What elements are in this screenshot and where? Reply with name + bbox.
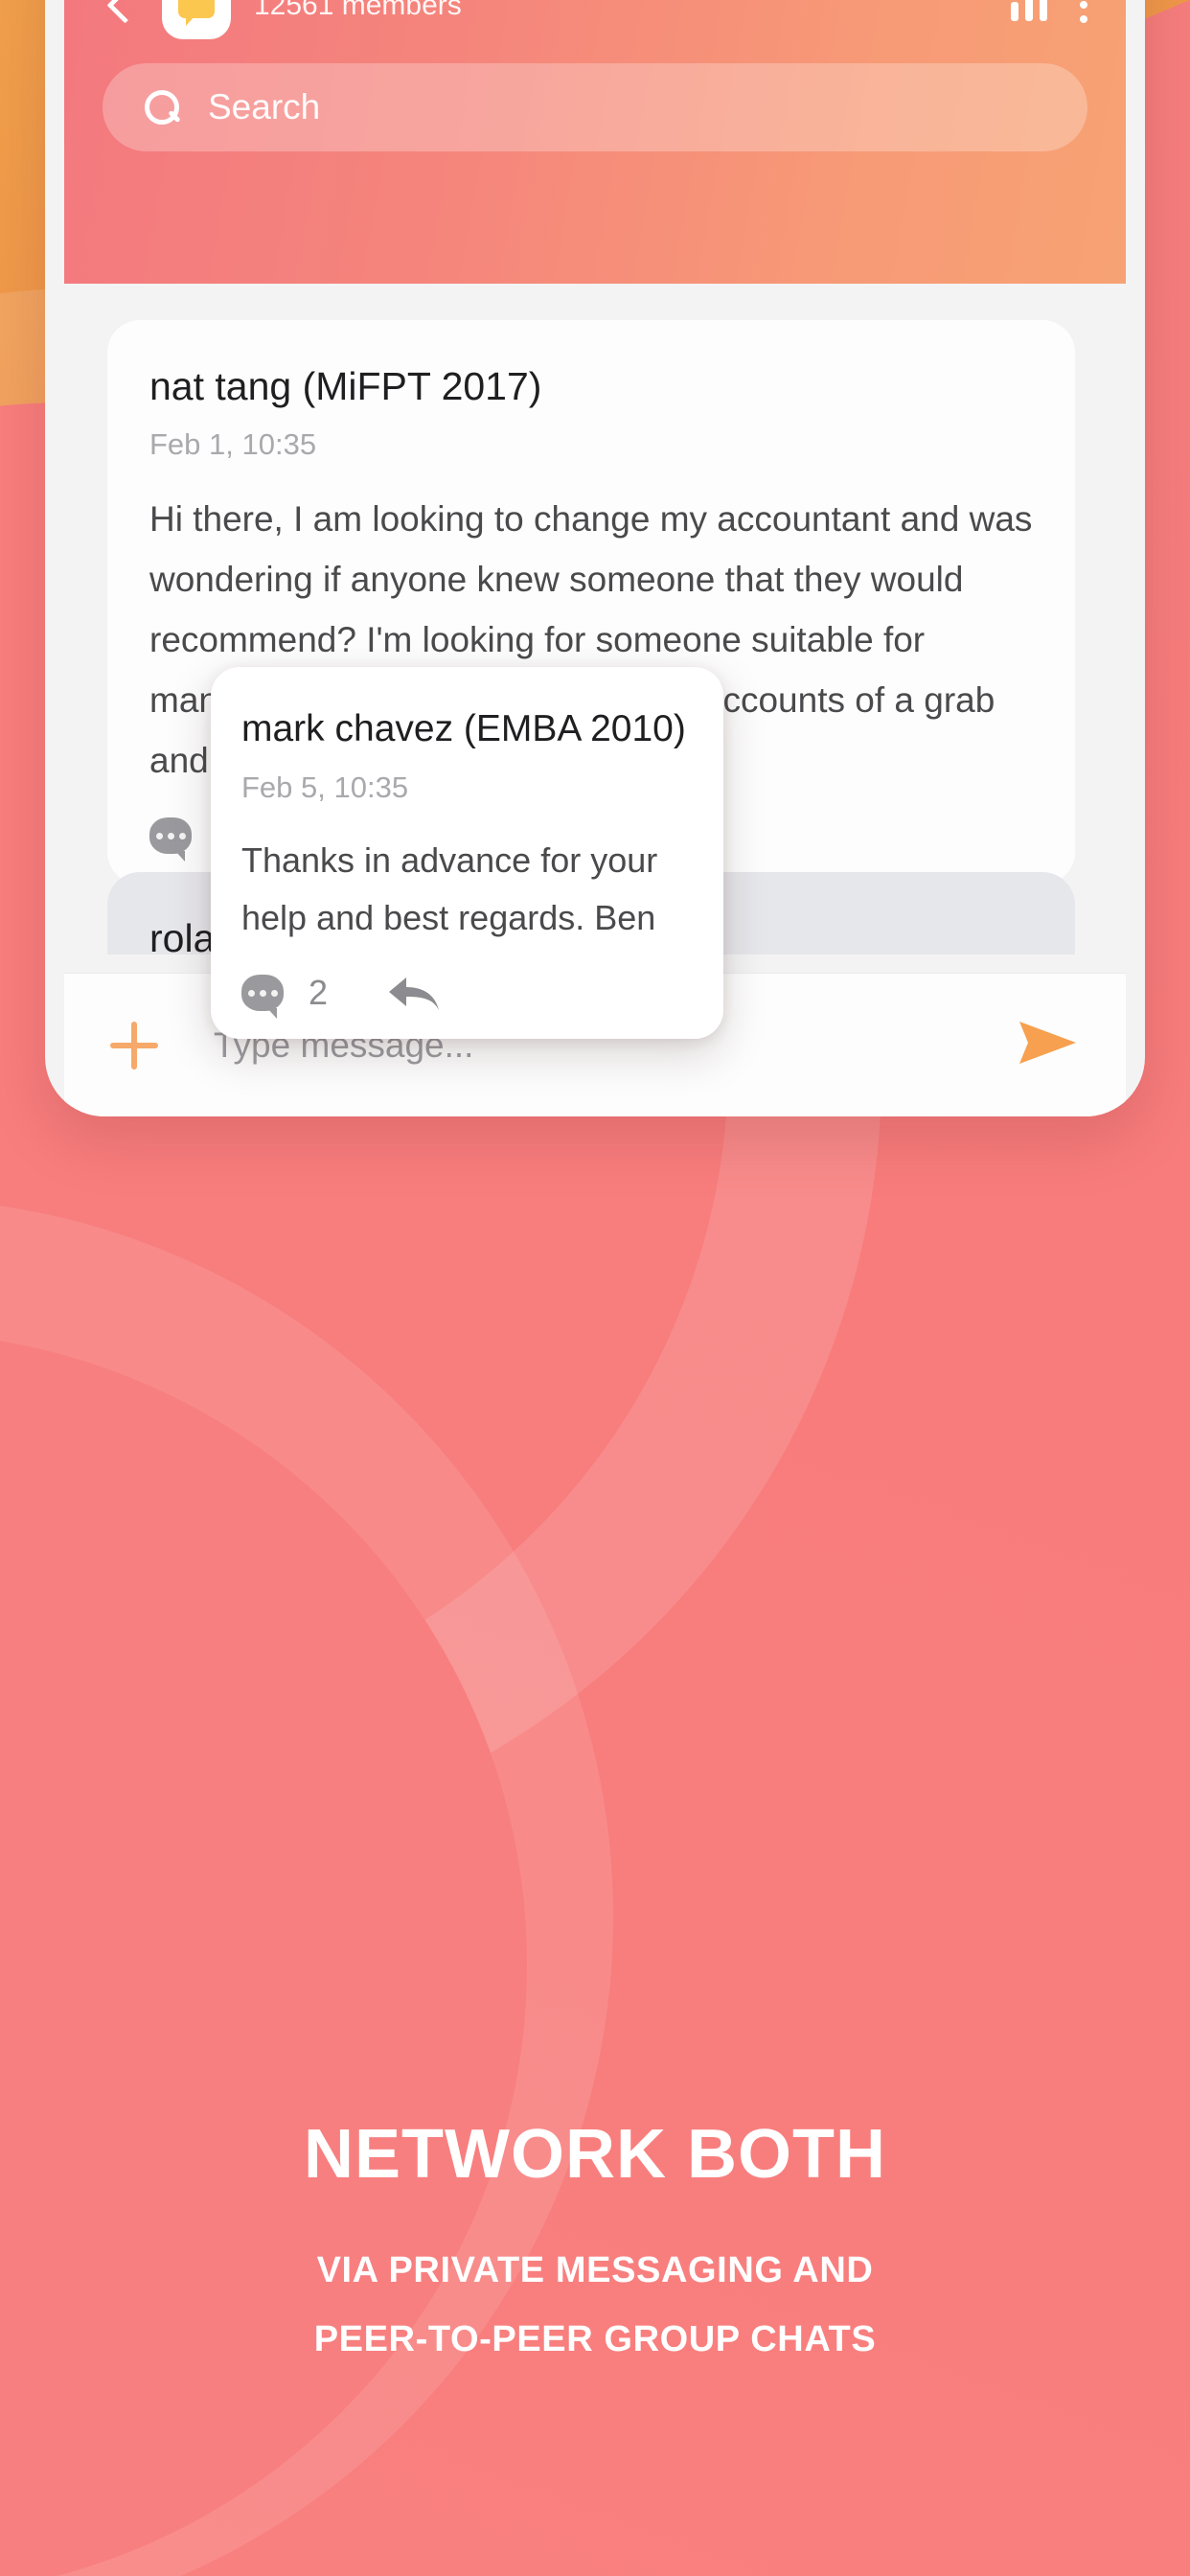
- reply-arrow-icon[interactable]: [387, 972, 443, 1014]
- search-input[interactable]: Search: [103, 63, 1087, 151]
- comment-bubble-icon[interactable]: [241, 975, 284, 1019]
- message-timestamp: Feb 1, 10:35: [149, 427, 317, 461]
- promo-headline: NETWORK BOTH: [304, 2116, 886, 2193]
- popup-message-timestamp: Feb 5, 10:35: [241, 770, 409, 804]
- signal-bars-icon[interactable]: [1011, 0, 1047, 21]
- promo-subheadline: VIA PRIVATE MESSAGING AND PEER-TO-PEER G…: [0, 2236, 1190, 2374]
- popup-message-author: mark chavez (EMBA 2010): [241, 708, 686, 749]
- popup-message-actions: 2: [241, 972, 685, 1019]
- chat-header-titles: 12561 members: [254, 0, 1011, 24]
- comment-bubble-icon[interactable]: [149, 817, 192, 862]
- send-arrow-icon[interactable]: [1017, 1018, 1080, 1072]
- popup-comment-count: 2: [309, 973, 329, 1012]
- popup-message-card[interactable]: mark chavez (EMBA 2010) Feb 5, 10:35 Tha…: [211, 667, 723, 1039]
- promo-subheadline-line-2: PEER-TO-PEER GROUP CHATS: [313, 2319, 877, 2359]
- popup-message-body: Thanks in advance for your help and best…: [241, 840, 658, 937]
- search-icon: [143, 88, 181, 126]
- chat-header-top-row: 12561 members: [64, 0, 1126, 53]
- speech-bubble-icon: [178, 0, 215, 26]
- phone-mockup: 12561 members Search nat tang (MiFPT 201…: [45, 0, 1145, 1116]
- group-members-count: 12561 members: [254, 0, 462, 21]
- search-placeholder: Search: [208, 87, 321, 126]
- back-chevron-icon[interactable]: [97, 0, 141, 27]
- chat-header-actions: [1011, 0, 1093, 23]
- promo-subheadline-line-1: VIA PRIVATE MESSAGING AND: [316, 2250, 874, 2290]
- message-author: nat tang (MiFPT 2017): [149, 364, 542, 408]
- more-options-icon[interactable]: [1080, 0, 1087, 23]
- chat-header: 12561 members Search: [64, 0, 1126, 284]
- promo-caption: NETWORK BOTH VIA PRIVATE MESSAGING AND P…: [0, 2113, 1190, 2374]
- add-attachment-icon[interactable]: [110, 1021, 158, 1070]
- group-chat-avatar-icon[interactable]: [162, 0, 231, 39]
